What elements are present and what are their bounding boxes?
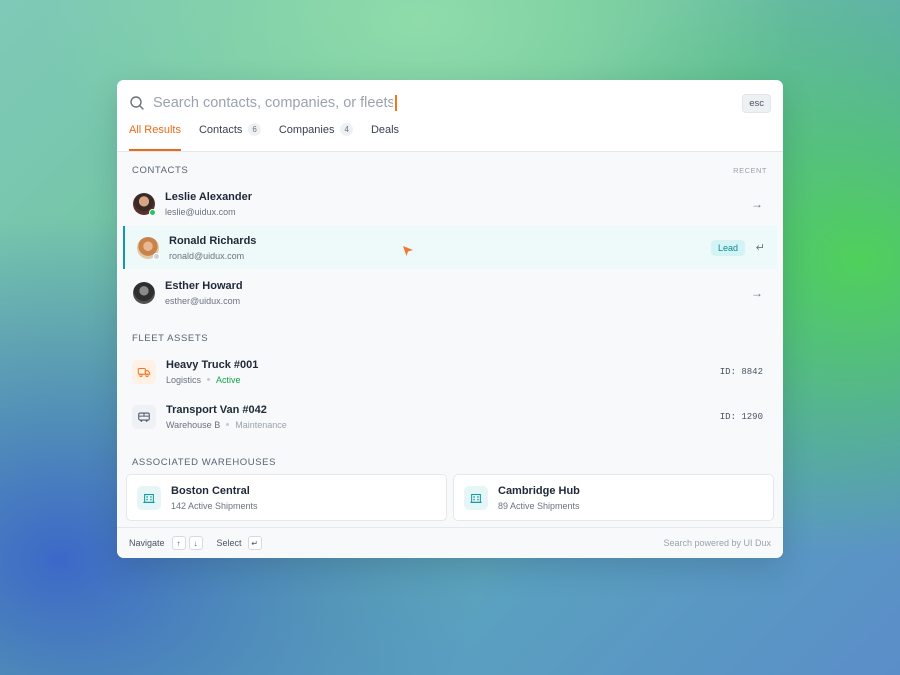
tab-label: Contacts — [198, 124, 243, 136]
recent-label: RECENT — [733, 166, 767, 175]
contacts-section-header: CONTACTS RECENT — [117, 165, 783, 176]
asset-group: Warehouse B — [166, 419, 221, 430]
avatar — [137, 236, 160, 260]
separator-dot — [207, 378, 211, 381]
asset-meta: Logistics Active — [166, 375, 258, 385]
warehouse-card[interactable]: Boston Central 142 Active Shipments — [126, 474, 447, 521]
contact-row-selected[interactable]: Ronald Richards ronald@uidux.com Lead ↵ — [123, 226, 777, 269]
bus-icon — [132, 404, 156, 429]
warehouse-card[interactable]: Cambridge Hub 89 Active Shipments — [453, 474, 774, 521]
online-status-dot — [149, 208, 156, 216]
result-tabs: All Results Contacts 6 Companies 4 Deals — [129, 121, 417, 151]
text-caret — [395, 95, 397, 111]
warehouse-name: Cambridge Hub — [498, 484, 580, 497]
tab-deals[interactable]: Deals — [371, 121, 399, 151]
avatar — [133, 281, 155, 304]
warehouse-detail: 142 Active Shipments — [171, 500, 258, 511]
section-heading: FLEET ASSETS — [132, 333, 209, 344]
contact-row[interactable]: Esther Howard esther@uidux.com → — [123, 271, 777, 314]
away-status-dot — [153, 252, 160, 260]
contact-name: Leslie Alexander — [165, 190, 253, 203]
arrow-right-icon[interactable]: → — [751, 286, 763, 300]
building-icon — [464, 485, 488, 510]
contact-email: ronald@uidux.com — [169, 250, 245, 261]
tab-label: Deals — [370, 124, 400, 136]
select-label: Select — [216, 538, 242, 548]
avatar — [133, 192, 156, 216]
asset-name: Transport Van #042 — [166, 403, 267, 416]
search-row: esc — [129, 92, 771, 114]
tab-label: Companies — [278, 124, 335, 136]
powered-by-text: Search powered by UI Dux — [663, 538, 771, 548]
tab-contacts[interactable]: Contacts 6 — [199, 121, 261, 151]
tab-count-badge: 4 — [340, 123, 353, 136]
arrow-down-key-icon: ↓ — [188, 536, 203, 550]
asset-status: Maintenance — [235, 419, 287, 430]
contact-row[interactable]: Leslie Alexander leslie@uidux.com → — [123, 182, 777, 225]
building-icon — [137, 485, 161, 510]
section-heading: CONTACTS — [132, 165, 189, 176]
truck-icon — [132, 359, 156, 384]
asset-group: Logistics — [166, 374, 202, 385]
asset-meta: Warehouse B Maintenance — [166, 420, 287, 430]
contact-name: Ronald Richards — [169, 234, 257, 247]
palette-footer: Navigate ↑ ↓ Select ↵ Search powered by … — [117, 527, 783, 558]
fleet-row[interactable]: Heavy Truck #001 Logistics Active ID: 88… — [123, 350, 777, 393]
contact-email: leslie@uidux.com — [165, 206, 236, 217]
arrow-right-icon[interactable]: → — [751, 197, 763, 211]
enter-key-icon: ↵ — [247, 536, 262, 550]
asset-name: Heavy Truck #001 — [166, 358, 259, 371]
asset-id: ID: 1290 — [719, 411, 763, 422]
search-icon — [130, 96, 144, 110]
tab-all-results[interactable]: All Results — [129, 121, 181, 151]
contact-name: Esther Howard — [165, 279, 243, 292]
lead-badge: Lead — [710, 239, 745, 256]
fleet-section-header: FLEET ASSETS — [117, 333, 783, 344]
mouse-cursor-icon — [403, 246, 413, 256]
arrow-up-key-icon: ↑ — [171, 536, 186, 550]
asset-id: ID: 8842 — [719, 366, 763, 377]
palette-header: esc All Results Contacts 6 Companies 4 D… — [117, 80, 783, 152]
navigate-label: Navigate — [129, 538, 165, 548]
enter-key-icon: ↵ — [755, 242, 765, 254]
asset-status: Active — [216, 374, 241, 385]
warehouse-detail: 89 Active Shipments — [498, 500, 580, 511]
search-input[interactable] — [153, 95, 393, 111]
command-palette: esc All Results Contacts 6 Companies 4 D… — [117, 80, 783, 558]
warehouses-section-header: ASSOCIATED WAREHOUSES — [117, 457, 783, 468]
warehouse-name: Boston Central — [171, 484, 250, 497]
separator-dot — [226, 423, 230, 426]
tab-count-badge: 6 — [248, 123, 261, 136]
tab-label: All Results — [129, 124, 181, 136]
contact-email: esther@uidux.com — [165, 295, 241, 306]
tab-companies[interactable]: Companies 4 — [279, 121, 353, 151]
section-heading: ASSOCIATED WAREHOUSES — [132, 457, 277, 468]
esc-button[interactable]: esc — [742, 93, 771, 113]
fleet-row[interactable]: Transport Van #042 Warehouse B Maintenan… — [123, 395, 777, 438]
